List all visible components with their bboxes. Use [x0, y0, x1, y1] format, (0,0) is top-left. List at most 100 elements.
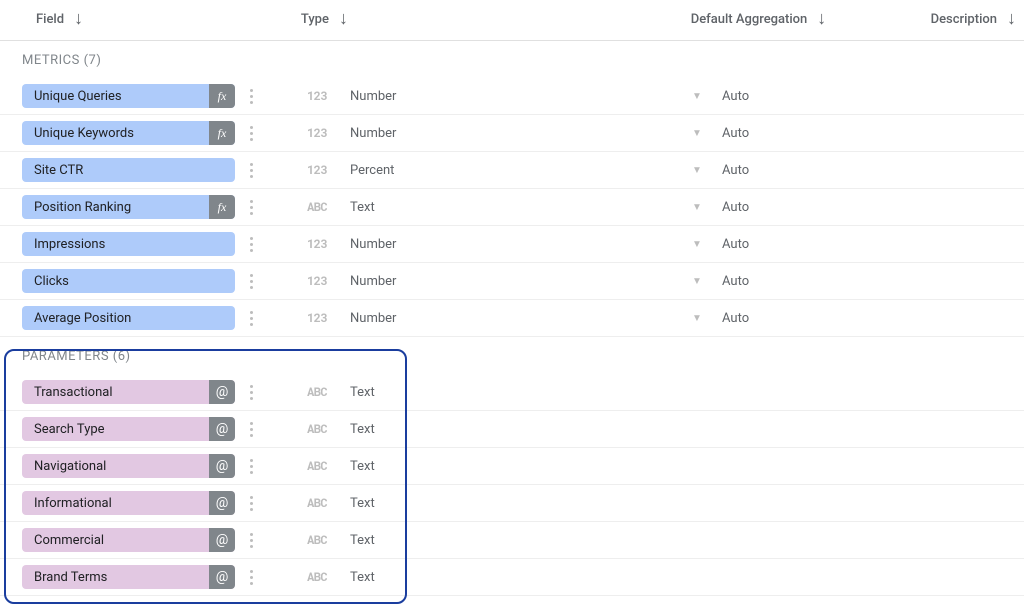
formula-badge-icon: fx [209, 195, 235, 219]
table-row: Transactional@ ABCText [0, 374, 1024, 411]
more-menu-icon[interactable] [239, 232, 263, 256]
metric-section-title: METRICS (7) [0, 41, 1024, 78]
dropdown-caret-icon: ▼ [690, 239, 704, 250]
aggregation-label: Auto [722, 274, 749, 289]
more-menu-icon[interactable] [239, 565, 263, 589]
number-type-icon: 123 [300, 125, 334, 141]
type-cell[interactable]: 123 Number [300, 273, 690, 289]
field-cell: Commercial@ [0, 528, 300, 552]
more-menu-icon[interactable] [239, 528, 263, 552]
text-type-icon: ABC [300, 532, 334, 548]
aggregation-cell[interactable]: ▼Auto [690, 200, 890, 215]
field-cell: Unique Keywordsfx [0, 121, 300, 145]
field-chip-label: Transactional [22, 385, 209, 400]
sort-arrow-icon: ↓ [74, 10, 83, 28]
text-type-icon: ABC [300, 495, 334, 511]
more-menu-icon[interactable] [239, 417, 263, 441]
number-type-icon: 123 [300, 236, 334, 252]
type-cell[interactable]: ABCText [300, 199, 690, 215]
aggregation-cell[interactable]: ▼Auto [690, 237, 890, 252]
field-chip-label: Unique Queries [22, 89, 209, 104]
field-cell: Clicks [0, 269, 300, 293]
more-menu-icon[interactable] [239, 121, 263, 145]
more-menu-icon[interactable] [239, 491, 263, 515]
more-menu-icon[interactable] [239, 454, 263, 478]
field-chip[interactable]: Impressions [22, 232, 235, 256]
field-chip[interactable]: Commercial@ [22, 528, 235, 552]
field-chip-label: Impressions [22, 237, 235, 252]
type-cell[interactable]: ABC Text [300, 421, 690, 437]
type-label: Percent [350, 163, 394, 178]
type-cell[interactable]: 123Number [300, 88, 690, 104]
aggregation-cell[interactable]: ▼Auto [690, 126, 890, 141]
field-chip[interactable]: Unique Keywordsfx [22, 121, 235, 145]
type-label: Text [350, 385, 375, 400]
field-cell: Impressions [0, 232, 300, 256]
type-cell[interactable]: 123Percent [300, 162, 690, 178]
field-chip-label: Informational [22, 496, 209, 511]
aggregation-cell[interactable]: ▼Auto [690, 274, 890, 289]
field-cell: Site CTR [0, 158, 300, 182]
field-chip[interactable]: Unique Queriesfx [22, 84, 235, 108]
type-cell[interactable]: 123Number [300, 310, 690, 326]
table-row: Clicks 123 Number ▼Auto [0, 263, 1024, 300]
field-cell: Position Rankingfx [0, 195, 300, 219]
type-label: Number [350, 126, 396, 141]
sort-arrow-icon: ↓ [339, 10, 348, 28]
field-cell: Navigational@ [0, 454, 300, 478]
table-row: Average Position 123Number▼ Auto [0, 300, 1024, 337]
field-chip[interactable]: Search Type@ [22, 417, 235, 441]
type-cell[interactable]: ABCText [300, 495, 690, 511]
field-chip[interactable]: Clicks [22, 269, 235, 293]
field-chip[interactable]: Position Rankingfx [22, 195, 235, 219]
field-chip[interactable]: Navigational@ [22, 454, 235, 478]
dropdown-caret-icon: ▼ [690, 202, 704, 213]
field-chip[interactable]: Average Position [22, 306, 235, 330]
more-menu-icon[interactable] [239, 380, 263, 404]
more-menu-icon[interactable] [239, 84, 263, 108]
aggregation-cell[interactable]: ▼ Auto [690, 311, 890, 326]
text-type-icon: ABC [300, 421, 334, 437]
number-type-icon: 123 [300, 88, 334, 104]
type-cell[interactable]: ABCText [300, 384, 690, 400]
field-chip[interactable]: Transactional@ [22, 380, 235, 404]
field-chip[interactable]: Informational@ [22, 491, 235, 515]
number-type-icon: 123 [300, 310, 334, 326]
header-type[interactable]: Type ↓ [301, 10, 691, 28]
table-header: Field ↓ Type ↓ Default Aggregation ↓ Des… [0, 0, 1024, 41]
parameter-badge-icon: @ [209, 528, 235, 552]
type-cell[interactable]: 123Number [300, 236, 690, 252]
more-menu-icon[interactable] [239, 306, 263, 330]
parameter-badge-icon: @ [209, 417, 235, 441]
number-type-icon: 123 [300, 273, 334, 289]
type-label: Text [350, 422, 375, 437]
more-menu-icon[interactable] [239, 269, 263, 293]
table-row: Unique Queriesfx 123Number▼Auto [0, 78, 1024, 115]
aggregation-cell[interactable]: ▼Auto [690, 163, 890, 178]
more-menu-icon[interactable] [239, 158, 263, 182]
field-chip-label: Search Type [22, 422, 209, 437]
type-label: Text [350, 200, 375, 215]
aggregation-cell[interactable]: ▼Auto [690, 89, 890, 104]
more-menu-icon[interactable] [239, 195, 263, 219]
field-chip[interactable]: Site CTR [22, 158, 235, 182]
type-cell[interactable]: ABCText [300, 569, 690, 585]
field-cell: Brand Terms@ [0, 565, 300, 589]
parameter-badge-icon: @ [209, 565, 235, 589]
type-cell[interactable]: ABCText [300, 458, 690, 474]
field-chip-label: Site CTR [22, 163, 235, 178]
type-label: Number [350, 274, 396, 289]
parameter-badge-icon: @ [209, 380, 235, 404]
table-row: Search Type@ ABC Text [0, 411, 1024, 448]
field-chip[interactable]: Brand Terms@ [22, 565, 235, 589]
type-cell[interactable]: 123 Number [300, 125, 690, 141]
sort-arrow-icon: ↓ [1007, 10, 1016, 28]
aggregation-label: Auto [722, 311, 749, 326]
header-field[interactable]: Field ↓ [36, 10, 301, 28]
parameter-section-title: PARAMETERS (6) [0, 337, 1024, 374]
type-cell[interactable]: ABCText [300, 532, 690, 548]
dropdown-caret-icon: ▼ [690, 313, 704, 324]
field-cell: Informational@ [0, 491, 300, 515]
header-description[interactable]: Description ↓ [931, 10, 1016, 28]
header-aggregation[interactable]: Default Aggregation ↓ [691, 10, 931, 28]
